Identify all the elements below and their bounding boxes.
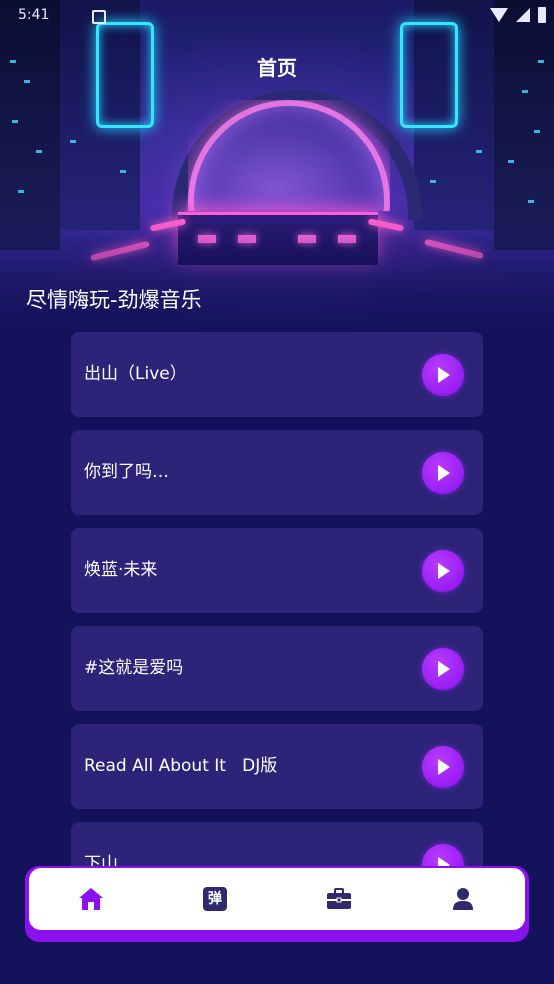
- home-icon: [79, 888, 103, 910]
- section-title: 尽情嗨玩-劲爆音乐: [26, 288, 202, 312]
- play-button[interactable]: [422, 550, 464, 592]
- tab-danmu[interactable]: 弹: [153, 868, 277, 930]
- briefcase-icon: [327, 888, 351, 909]
- status-bar: 5:41: [0, 0, 554, 32]
- page-title: 首页: [257, 56, 297, 80]
- wifi-icon: [490, 8, 508, 22]
- notification-icon: [92, 10, 106, 24]
- signal-icon: [516, 8, 530, 22]
- play-icon: [438, 661, 450, 677]
- song-item[interactable]: Read All About It DJ版: [71, 724, 483, 809]
- battery-icon: [538, 7, 546, 23]
- song-title: 下山: [84, 854, 118, 872]
- play-icon: [438, 367, 450, 383]
- danmu-icon: 弹: [203, 887, 227, 911]
- user-icon: [453, 888, 473, 910]
- song-title: Read All About It DJ版: [84, 756, 278, 776]
- status-time: 5:41: [18, 7, 50, 23]
- song-list[interactable]: 出山（Live） 你到了吗… 焕蓝·未来 #这就是爱吗 Read All Abo…: [71, 332, 483, 872]
- song-item[interactable]: 出山（Live）: [71, 332, 483, 417]
- tab-home[interactable]: [29, 868, 153, 930]
- bottom-tab-bar: 弹: [29, 868, 525, 930]
- play-icon: [438, 465, 450, 481]
- song-item[interactable]: 焕蓝·未来: [71, 528, 483, 613]
- song-item[interactable]: #这就是爱吗: [71, 626, 483, 711]
- building-decoration: [494, 0, 554, 250]
- song-title: 出山（Live）: [84, 364, 187, 384]
- play-button[interactable]: [422, 452, 464, 494]
- play-button[interactable]: [422, 354, 464, 396]
- play-button[interactable]: [422, 746, 464, 788]
- play-button[interactable]: [422, 648, 464, 690]
- tab-profile[interactable]: [401, 868, 525, 930]
- tab-toolbox[interactable]: [277, 868, 401, 930]
- song-item[interactable]: 下山: [71, 822, 483, 872]
- song-item[interactable]: 你到了吗…: [71, 430, 483, 515]
- play-icon: [438, 563, 450, 579]
- song-title: #这就是爱吗: [84, 658, 184, 678]
- song-title: 焕蓝·未来: [84, 560, 158, 580]
- play-icon: [438, 759, 450, 775]
- building-decoration: [0, 0, 60, 250]
- song-title: 你到了吗…: [84, 462, 169, 482]
